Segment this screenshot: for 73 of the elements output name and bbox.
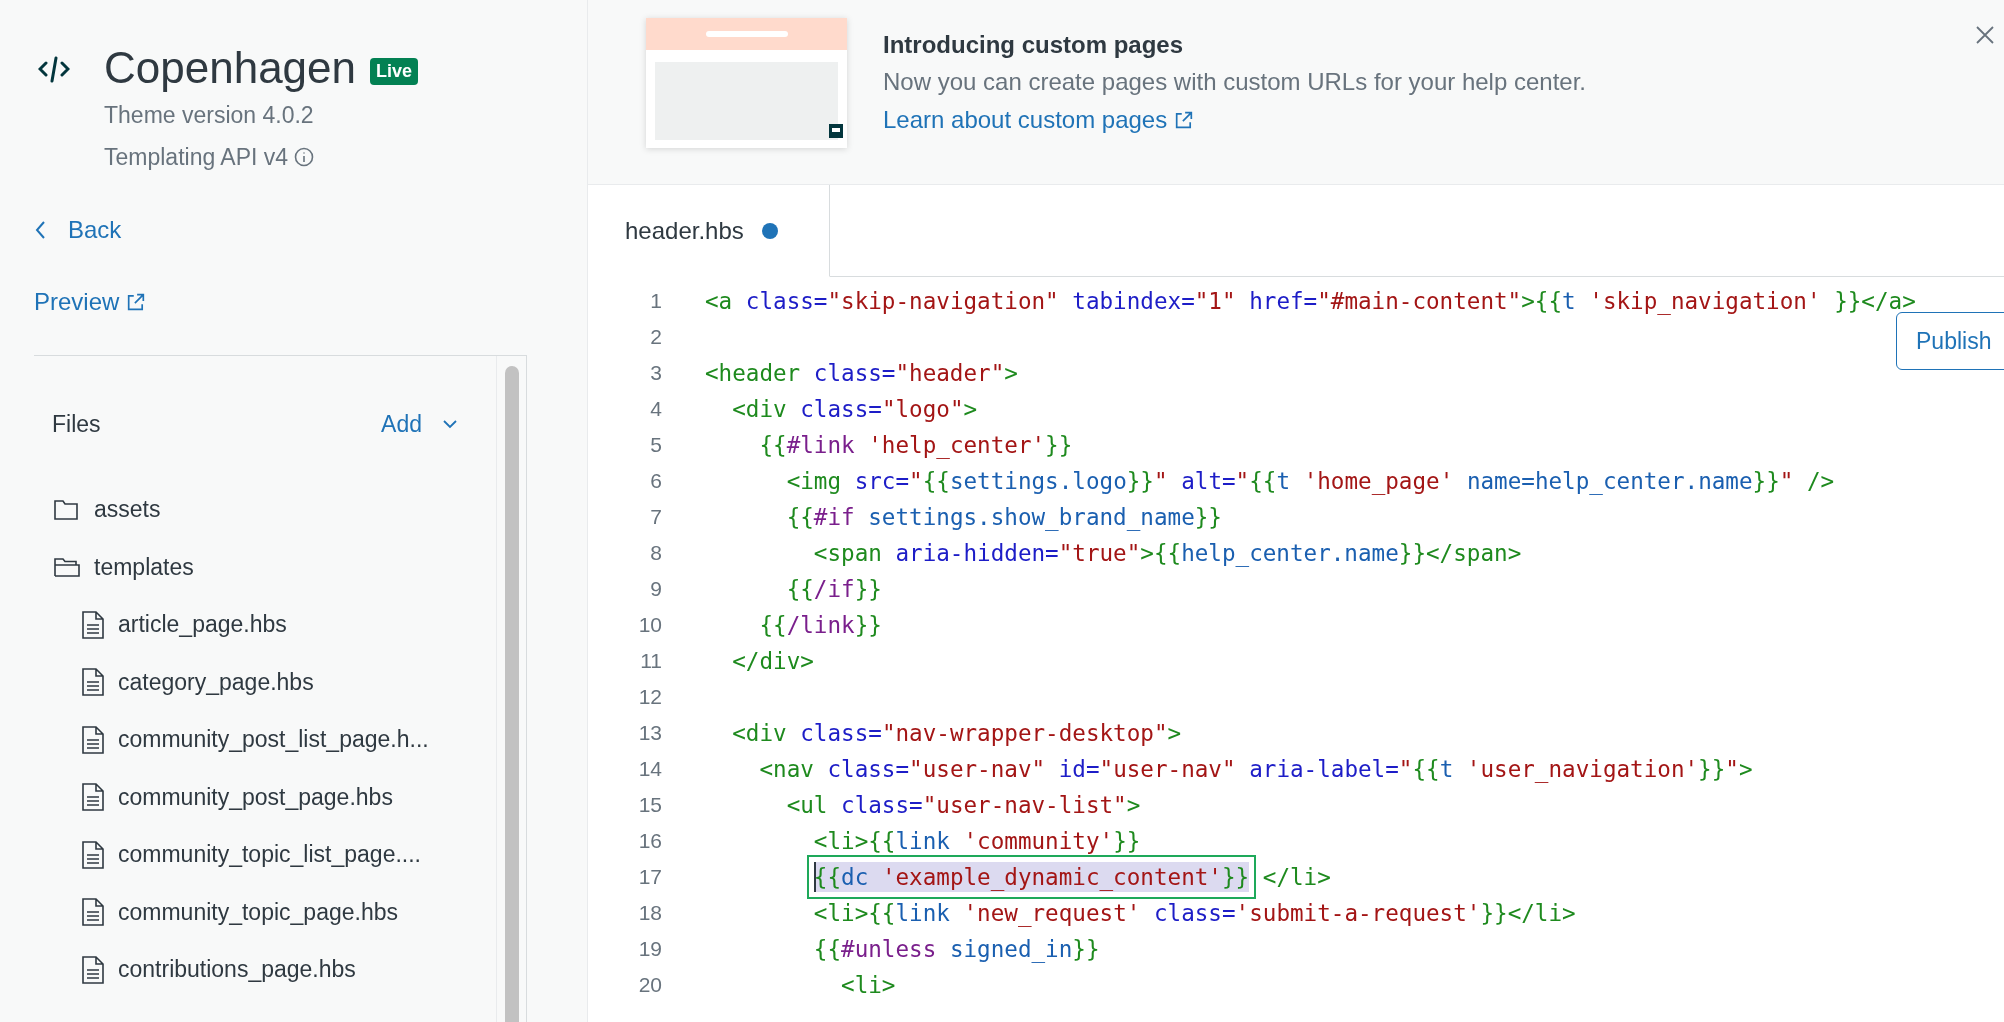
- file-icon: [82, 783, 104, 812]
- file-icon: [82, 840, 104, 869]
- line-number: 14: [637, 757, 662, 781]
- preview-link[interactable]: Preview: [34, 284, 146, 320]
- files-heading: Files: [52, 410, 102, 438]
- chevron-down-icon: [442, 419, 458, 429]
- banner-description: Now you can create pages with custom URLs for your help center.: [883, 67, 1586, 97]
- code-line: {{#link 'help_center'}}: [758, 432, 1073, 458]
- publish-button[interactable]: Publish: [1896, 312, 2004, 370]
- line-number: 10: [637, 613, 662, 637]
- code-line: {{/link}}: [758, 612, 882, 638]
- line-number: 12: [637, 685, 662, 709]
- file-tree-item[interactable]: assets: [94, 496, 161, 524]
- code-line: <li>{{link 'community'}}: [812, 828, 1141, 854]
- line-number: 17: [637, 865, 662, 889]
- theme-version: Theme version 4.0.2: [104, 101, 314, 130]
- line-number: 2: [649, 325, 662, 349]
- file-icon: [82, 725, 104, 754]
- file-tree-item[interactable]: templates: [94, 553, 194, 581]
- line-number: 5: [649, 433, 662, 457]
- code-line: <nav class="user-nav" id="user-nav" aria-label="{{t 'user_navigation'}}">: [758, 756, 1753, 782]
- file-icon: [82, 955, 104, 984]
- code-line: {{#if settings.show_brand_name}}: [785, 504, 1222, 530]
- info-icon[interactable]: [294, 147, 315, 167]
- line-number: 11: [639, 649, 662, 673]
- line-number: 9: [649, 577, 662, 601]
- line-number: 16: [637, 829, 662, 853]
- code-line: <div class="nav-wrapper-desktop">: [731, 720, 1182, 746]
- live-badge: Live: [370, 57, 419, 85]
- code-icon: [38, 56, 70, 84]
- file-tree-item[interactable]: contributions_page.hbs: [118, 956, 356, 984]
- line-number: 1: [649, 289, 662, 313]
- line-number: 7: [649, 505, 662, 529]
- line-number: 15: [637, 793, 662, 817]
- code-line: {{dc 'example_dynamic_content'}} </li>: [812, 862, 1331, 892]
- file-icon: [82, 668, 104, 697]
- file-icon: [82, 610, 104, 639]
- banner-title: Introducing custom pages: [883, 30, 1185, 60]
- code-line: <header class="header">: [705, 360, 1018, 386]
- file-icon: [82, 898, 104, 927]
- file-tree-item[interactable]: community_topic_page.hbs: [118, 898, 398, 926]
- line-number: 19: [637, 937, 662, 961]
- chevron-left-icon: [34, 220, 46, 240]
- learn-more-link[interactable]: Learn about custom pages: [883, 102, 1194, 138]
- code-line: {{/if}}: [785, 576, 882, 602]
- theme-name: Copenhagen: [104, 42, 356, 94]
- file-tree-item[interactable]: community_topic_list_page....: [118, 841, 421, 869]
- file-tree-item[interactable]: community_post_page.hbs: [118, 783, 393, 811]
- code-line: <span aria-hidden="true">{{help_center.name}}</span>: [812, 540, 1522, 566]
- add-button[interactable]: Add: [381, 410, 458, 438]
- code-line: <a class="skip-navigation" tabindex="1" href="#main-content">{{t 'skip_navigation' }}</a>: [705, 288, 1916, 314]
- line-number: 18: [637, 901, 662, 925]
- line-number: 4: [649, 397, 662, 421]
- file-tree-item[interactable]: community_post_list_page.h...: [118, 726, 429, 754]
- line-number: 3: [649, 361, 662, 385]
- external-link-icon: [1175, 111, 1194, 129]
- line-number: 20: [637, 973, 662, 997]
- line-number: 6: [649, 469, 662, 493]
- line-number: 8: [649, 541, 662, 565]
- line-number: 13: [637, 721, 662, 745]
- code-line: <div class="logo">: [731, 396, 978, 422]
- file-tree-item[interactable]: article_page.hbs: [118, 611, 287, 639]
- code-line: {{#unless signed_in}}: [812, 936, 1100, 962]
- file-tree-item[interactable]: category_page.hbs: [118, 668, 314, 696]
- templating-api-version: Templating API v4: [104, 143, 289, 172]
- back-link[interactable]: Back: [34, 212, 122, 248]
- close-icon[interactable]: [1976, 26, 1994, 44]
- code-line: <ul class="user-nav-list">: [785, 792, 1141, 818]
- code-line: <img src="{{settings.logo}}" alt="{{t 'home_page' name=help_center.name}}" />: [785, 468, 1835, 494]
- code-line: </div>: [731, 648, 814, 674]
- code-line: <li>: [840, 972, 896, 998]
- code-line: <li>{{link 'new_request' class='submit-a-request'}}</li>: [812, 900, 1576, 926]
- external-link-icon: [127, 293, 146, 311]
